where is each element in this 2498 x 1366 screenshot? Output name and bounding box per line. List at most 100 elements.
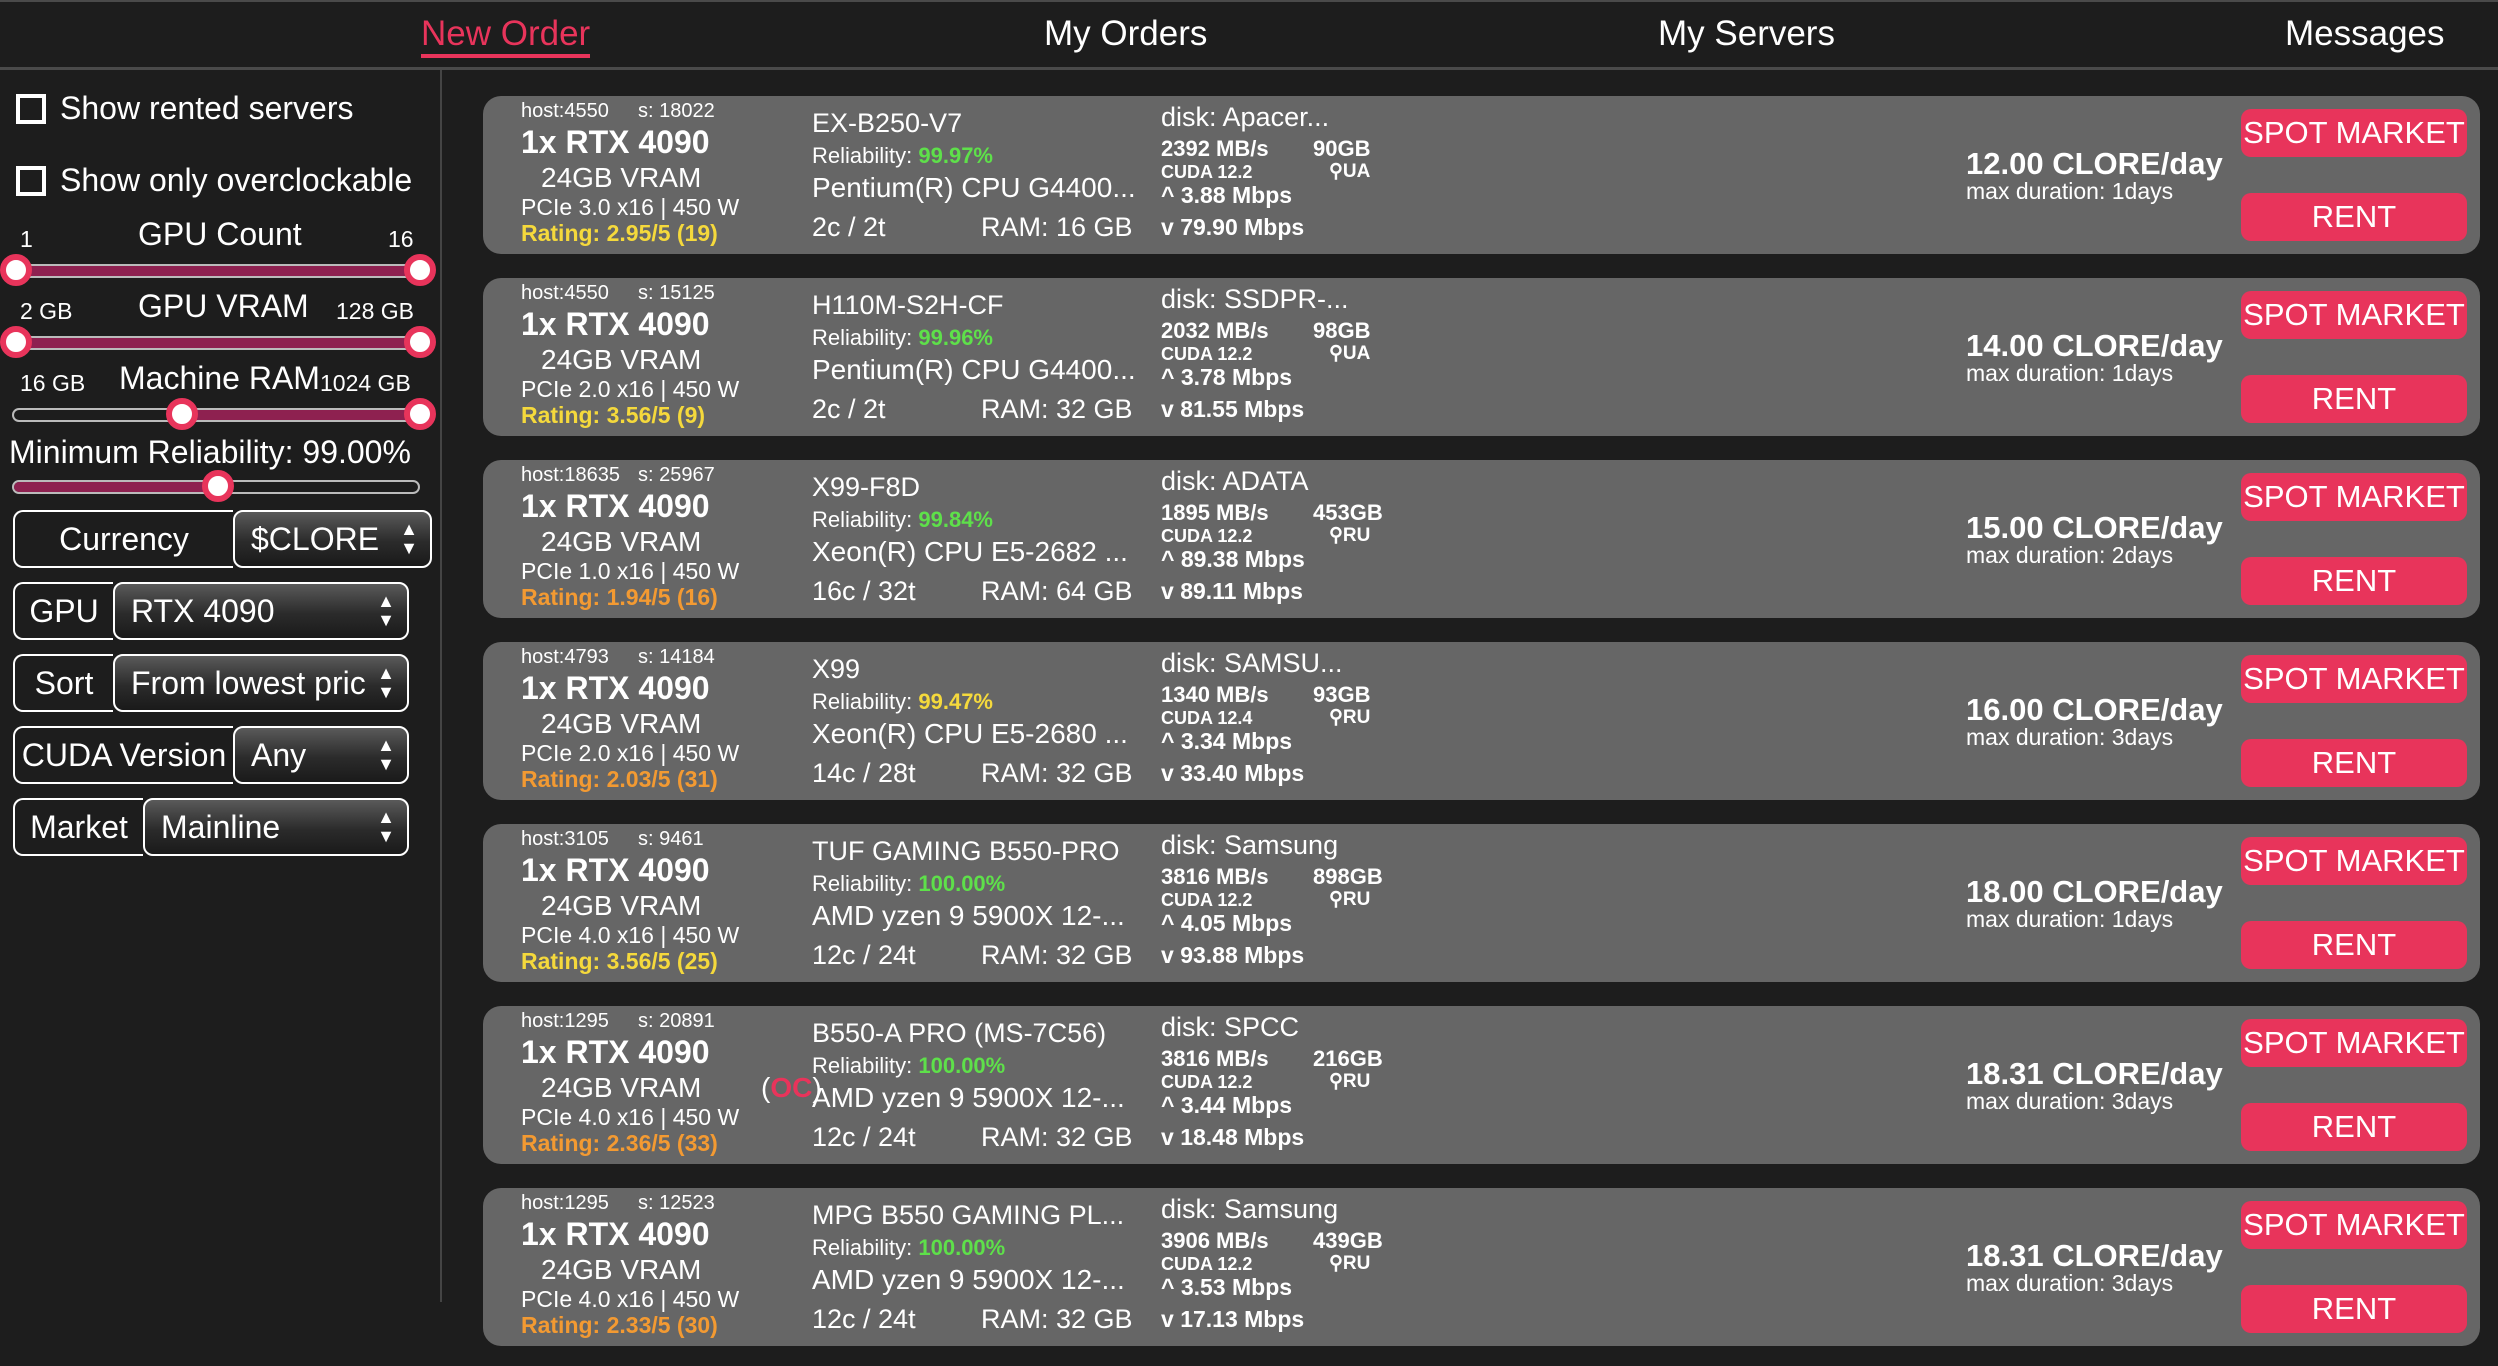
sort-label: Sort: [13, 654, 113, 712]
upload-speed: ^ 3.44 Mbps: [1161, 1092, 1292, 1119]
host-id: host:18635: [521, 464, 620, 486]
rent-button[interactable]: RENT: [2241, 921, 2467, 969]
rent-button[interactable]: RENT: [2241, 1285, 2467, 1333]
machine-ram-slider[interactable]: [12, 398, 436, 430]
country: UA: [1342, 161, 1371, 182]
upload-speed: ^ 4.05 Mbps: [1161, 910, 1292, 937]
slider-max-thumb[interactable]: [404, 254, 436, 286]
show-overclockable-checkbox[interactable]: Show only overclockable: [16, 162, 412, 199]
gpu-model: 1x RTX 4090: [521, 670, 710, 706]
upload-value: 3.78 Mbps: [1180, 364, 1293, 390]
cpu-cores: 2c / 2t: [812, 394, 886, 424]
ram: RAM: 16 GB: [981, 212, 1133, 242]
spot-market-button[interactable]: SPOT MARKET: [2241, 655, 2467, 703]
tab-messages[interactable]: Messages: [2285, 14, 2445, 54]
select-arrows-icon: ▲ ▼: [377, 663, 395, 702]
upload-value: 3.34 Mbps: [1180, 728, 1293, 754]
server-card: host:1295 s: 12523 1x RTX 4090 24GB VRAM PCI…: [483, 1188, 2480, 1346]
tab-my-servers[interactable]: My Servers: [1658, 14, 1835, 54]
gpu-model: 1x RTX 4090: [521, 306, 710, 342]
market-select[interactable]: Mainline ▲ ▼: [143, 798, 409, 856]
slider-min-thumb[interactable]: [0, 254, 32, 286]
tab-new-order[interactable]: New Order: [421, 14, 591, 58]
show-rented-checkbox[interactable]: Show rented servers: [16, 90, 353, 127]
gpu-select[interactable]: RTX 4090 ▲ ▼: [113, 582, 409, 640]
pcie-power: PCIe 4.0 x16 | 450 W: [521, 1104, 740, 1130]
machine-ram-label: Machine RAM: [119, 360, 320, 396]
download-speed: v 93.88 Mbps: [1161, 942, 1304, 969]
rent-button[interactable]: RENT: [2241, 557, 2467, 605]
slider-max-thumb[interactable]: [404, 398, 436, 430]
location: ⚲RU: [1329, 706, 1370, 729]
server-id: s: 9461: [638, 828, 704, 850]
checkbox-box[interactable]: [16, 93, 46, 124]
disk-speed: 1895 MB/s: [1161, 500, 1269, 525]
rent-button[interactable]: RENT: [2241, 739, 2467, 787]
slider-min-thumb[interactable]: [0, 326, 32, 358]
pcie-power: PCIe 2.0 x16 | 450 W: [521, 740, 740, 766]
spot-market-button[interactable]: SPOT MARKET: [2241, 1019, 2467, 1067]
motherboard: H110M-S2H-CF: [812, 290, 1004, 320]
max-duration: max duration: 3days: [1966, 724, 2174, 750]
reliability-value: 100.00%: [918, 871, 1006, 896]
cuda-version: CUDA 12.2: [1161, 1072, 1253, 1092]
spot-market-button[interactable]: SPOT MARKET: [2241, 473, 2467, 521]
reliability: Reliability: 100.00%: [812, 1235, 1006, 1260]
cpu-cores: 12c / 24t: [812, 940, 916, 970]
slider-thumb[interactable]: [202, 470, 234, 502]
gpu-vram-slider[interactable]: [0, 326, 436, 358]
tab-my-orders[interactable]: My Orders: [1044, 14, 1207, 54]
max-duration: max duration: 3days: [1966, 1270, 2174, 1296]
rating: Rating: 2.03/5 (31): [521, 766, 718, 792]
min-reliability-slider[interactable]: [12, 470, 420, 502]
gpu-model: 1x RTX 4090: [521, 852, 710, 888]
price: 16.00 CLORE/day: [1966, 692, 2223, 727]
spot-market-button[interactable]: SPOT MARKET: [2241, 837, 2467, 885]
rent-button[interactable]: RENT: [2241, 1103, 2467, 1151]
cuda-version: CUDA 12.2: [1161, 526, 1253, 546]
machine-ram-max: 1024 GB: [320, 370, 411, 396]
max-duration: max duration: 1days: [1966, 360, 2174, 386]
reliability-value: 99.47%: [918, 689, 993, 714]
select-arrows-icon: ▲ ▼: [377, 591, 395, 630]
upload-icon: ^: [1161, 546, 1181, 572]
spot-market-button[interactable]: SPOT MARKET: [2241, 109, 2467, 157]
spot-market-button[interactable]: SPOT MARKET: [2241, 291, 2467, 339]
gpu-count-min: 1: [20, 226, 33, 252]
download-speed: v 81.55 Mbps: [1161, 396, 1304, 423]
rent-button[interactable]: RENT: [2241, 375, 2467, 423]
gpu-count-slider[interactable]: [0, 254, 436, 286]
slider-max-thumb[interactable]: [404, 326, 436, 358]
rent-button[interactable]: RENT: [2241, 193, 2467, 241]
reliability-value: 99.84%: [918, 507, 993, 532]
disk-speed: 2392 MB/s: [1161, 136, 1269, 161]
checkbox-box[interactable]: [16, 165, 46, 196]
motherboard: X99: [812, 654, 861, 684]
server-card: host:1295 s: 20891 1x RTX 4090 24GB VRAM (OC…: [483, 1006, 2480, 1164]
gpu-model: 1x RTX 4090: [521, 124, 710, 160]
location: ⚲UA: [1329, 160, 1370, 183]
select-arrows-icon: ▲ ▼: [377, 807, 395, 846]
checkbox-label: Show rented servers: [60, 90, 354, 126]
gpu-value: RTX 4090: [131, 592, 275, 629]
country: RU: [1342, 1253, 1371, 1274]
filter-sidebar: Show rented servers Show only overclocka…: [0, 70, 442, 1302]
disk: disk: Apacer...: [1161, 102, 1330, 132]
checkbox-label: Show only overclockable: [60, 162, 413, 198]
vram: 24GB VRAM: [541, 890, 702, 921]
server-id: s: 15125: [638, 282, 715, 304]
upload-speed: ^ 3.78 Mbps: [1161, 364, 1292, 391]
currency-select[interactable]: $CLORE ▲ ▼: [233, 510, 432, 568]
rating: Rating: 1.94/5 (16): [521, 584, 718, 610]
vram: 24GB VRAM: [541, 526, 702, 557]
slider-min-thumb[interactable]: [165, 398, 198, 430]
cpu-cores: 12c / 24t: [812, 1122, 916, 1152]
vram: 24GB VRAM: [541, 162, 702, 193]
currency-label: Currency: [13, 510, 233, 568]
currency-filter: Currency $CLORE ▲ ▼: [13, 510, 432, 568]
cuda-select[interactable]: Any ▲ ▼: [233, 726, 409, 784]
location: ⚲UA: [1329, 342, 1370, 365]
rating: Rating: 2.95/5 (19): [521, 220, 718, 246]
spot-market-button[interactable]: SPOT MARKET: [2241, 1201, 2467, 1249]
sort-select[interactable]: From lowest pric ▲ ▼: [113, 654, 409, 712]
